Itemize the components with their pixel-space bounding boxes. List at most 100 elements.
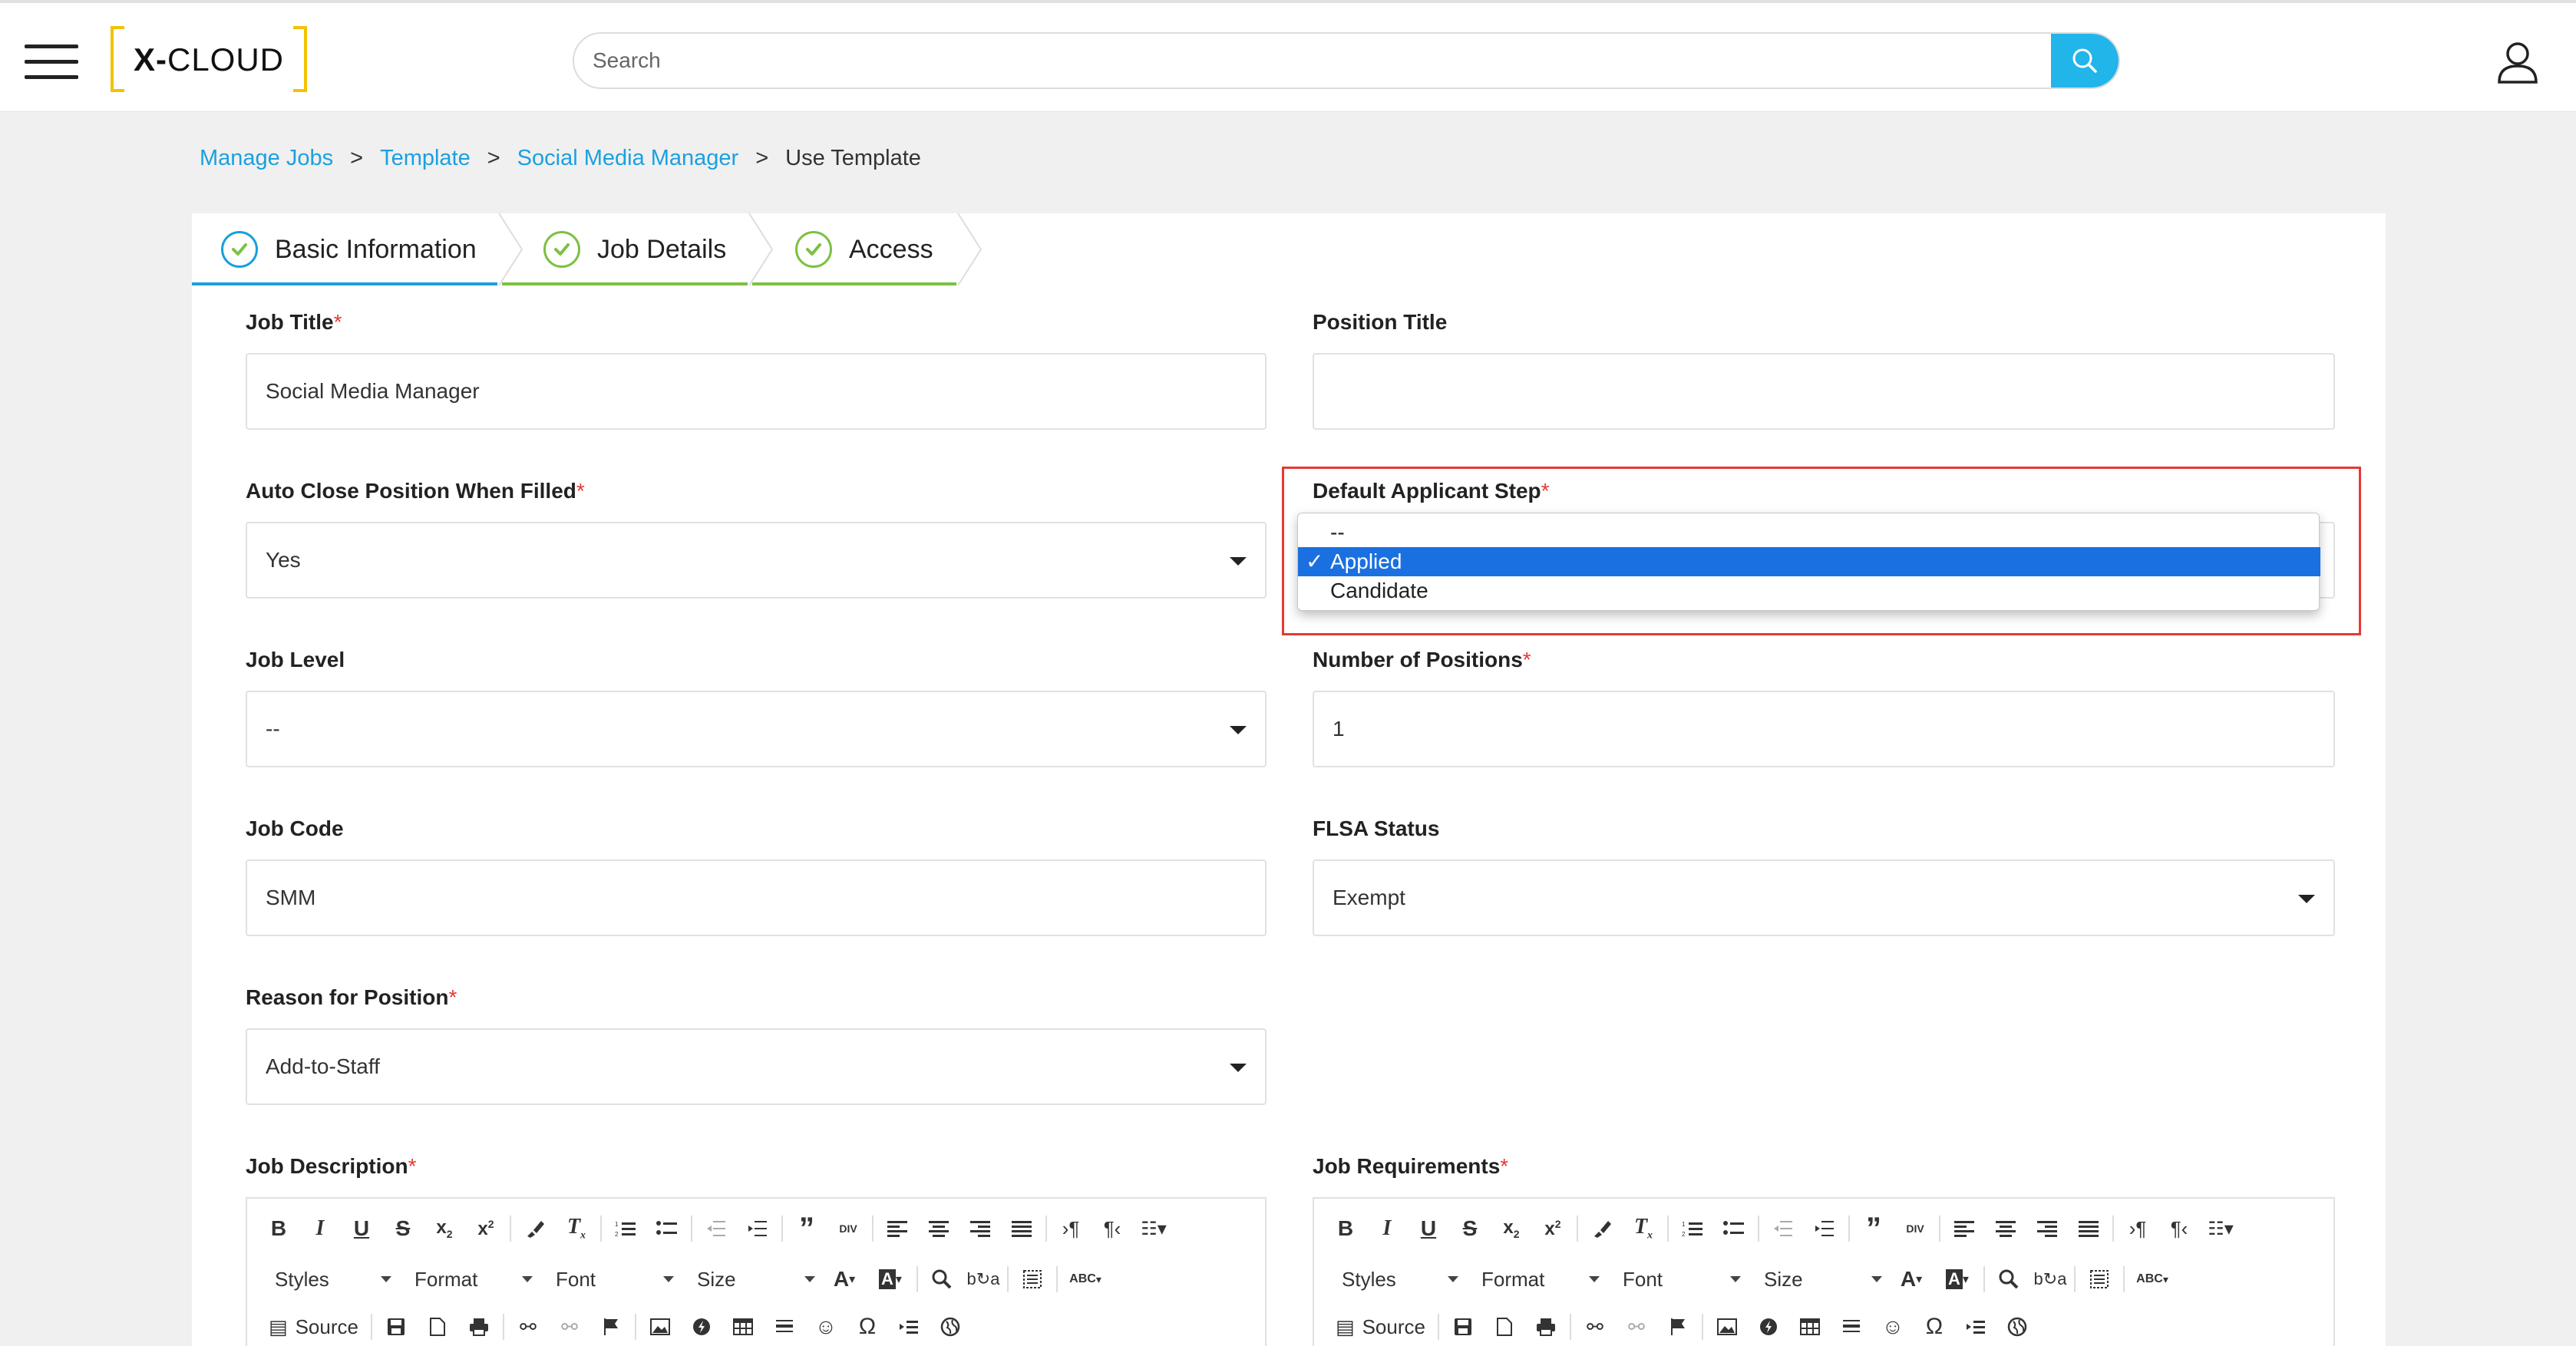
job-description-editor[interactable]: B I U S x2 x2 Tx 12 ” DIV ›¶ ¶‹ ☷▾ Style… (246, 1197, 1267, 1346)
unlink-icon[interactable]: ⚯ (1616, 1308, 1657, 1346)
smiley-icon[interactable]: ☺ (805, 1308, 847, 1346)
flash-icon[interactable] (1748, 1308, 1789, 1346)
iframe-globe-icon[interactable] (1996, 1308, 2038, 1346)
page-break-icon[interactable] (888, 1308, 930, 1346)
language-icon[interactable]: ☷▾ (2200, 1209, 2241, 1248)
format-dropdown[interactable]: Format (398, 1264, 539, 1295)
print-icon[interactable] (458, 1308, 500, 1346)
subscript-button[interactable]: x2 (1491, 1209, 1532, 1248)
align-center-icon[interactable] (918, 1209, 959, 1248)
tab-job-details[interactable]: Job Details (502, 213, 748, 285)
align-right-icon[interactable] (959, 1209, 1001, 1248)
position-title-input[interactable] (1313, 353, 2335, 430)
number-of-positions-input[interactable]: 1 (1313, 691, 2335, 767)
save-icon[interactable] (1442, 1308, 1484, 1346)
job-level-select[interactable]: -- (246, 691, 1267, 767)
search-input[interactable] (593, 34, 2020, 87)
table-icon[interactable] (1789, 1308, 1831, 1346)
dropdown-option-empty[interactable]: -- (1298, 518, 2320, 547)
styles-dropdown[interactable]: Styles (1325, 1264, 1465, 1295)
find-icon[interactable] (921, 1260, 963, 1298)
smiley-icon[interactable]: ☺ (1872, 1308, 1914, 1346)
subscript-button[interactable]: x2 (424, 1209, 465, 1248)
justify-icon[interactable] (2068, 1209, 2109, 1248)
page-break-icon[interactable] (1955, 1308, 1996, 1346)
special-character-icon[interactable]: Ω (847, 1308, 888, 1346)
special-character-icon[interactable]: Ω (1914, 1308, 1955, 1346)
image-icon[interactable] (639, 1308, 681, 1346)
flash-icon[interactable] (681, 1308, 722, 1346)
paintbrush-icon[interactable] (1581, 1209, 1623, 1248)
div-container-icon[interactable]: DIV (827, 1209, 869, 1248)
user-profile-icon[interactable] (2496, 40, 2539, 84)
auto-close-select[interactable]: Yes (246, 522, 1267, 599)
text-direction-ltr-icon[interactable]: ›¶ (1050, 1209, 1091, 1248)
horizontal-line-icon[interactable] (764, 1308, 805, 1346)
job-requirements-editor[interactable]: B I U S x2 x2 Tx 12 ” DIV ›¶ ¶‹ ☷▾ Style… (1313, 1197, 2335, 1346)
outdent-icon[interactable] (1762, 1209, 1804, 1248)
styles-dropdown[interactable]: Styles (258, 1264, 398, 1295)
text-direction-rtl-icon[interactable]: ¶‹ (1091, 1209, 1133, 1248)
select-all-icon[interactable] (1012, 1260, 1053, 1298)
new-page-icon[interactable] (1484, 1308, 1525, 1346)
job-code-input[interactable]: SMM (246, 859, 1267, 936)
dropdown-option-candidate[interactable]: Candidate (1298, 576, 2320, 605)
print-icon[interactable] (1525, 1308, 1567, 1346)
source-button[interactable]: ▤ Source (1325, 1308, 1435, 1346)
breadcrumb-manage-jobs[interactable]: Manage Jobs (200, 146, 333, 171)
background-color-icon[interactable]: A ▾ (867, 1260, 913, 1298)
format-dropdown[interactable]: Format (1465, 1264, 1606, 1295)
app-logo[interactable]: X-CLOUD (111, 26, 307, 92)
blockquote-icon[interactable]: ” (1853, 1209, 1894, 1248)
text-direction-ltr-icon[interactable]: ›¶ (2117, 1209, 2158, 1248)
indent-icon[interactable] (737, 1209, 778, 1248)
iframe-globe-icon[interactable] (930, 1308, 971, 1346)
numbered-list-icon[interactable]: 12 (605, 1209, 646, 1248)
size-dropdown[interactable]: Size (1747, 1264, 1888, 1295)
underline-button[interactable]: U (1408, 1209, 1449, 1248)
bold-button[interactable]: B (258, 1209, 299, 1248)
link-icon[interactable]: ⚯ (507, 1308, 549, 1346)
link-icon[interactable]: ⚯ (1574, 1308, 1616, 1346)
reason-for-position-select[interactable]: Add-to-Staff (246, 1028, 1267, 1105)
text-color-icon[interactable]: A ▾ (821, 1260, 867, 1298)
justify-icon[interactable] (1001, 1209, 1042, 1248)
align-left-icon[interactable] (877, 1209, 918, 1248)
horizontal-line-icon[interactable] (1831, 1308, 1872, 1346)
select-all-icon[interactable] (2079, 1260, 2120, 1298)
div-container-icon[interactable]: DIV (1894, 1209, 1936, 1248)
strikethrough-button[interactable]: S (1449, 1209, 1491, 1248)
outdent-icon[interactable] (695, 1209, 737, 1248)
text-color-icon[interactable]: A ▾ (1888, 1260, 1934, 1298)
new-page-icon[interactable] (417, 1308, 458, 1346)
image-icon[interactable] (1706, 1308, 1748, 1346)
underline-button[interactable]: U (341, 1209, 382, 1248)
spellcheck-icon[interactable]: ABC ▾ (1061, 1260, 1110, 1298)
save-icon[interactable] (375, 1308, 417, 1346)
superscript-button[interactable]: x2 (1532, 1209, 1574, 1248)
unlink-icon[interactable]: ⚯ (549, 1308, 590, 1346)
font-dropdown[interactable]: Font (539, 1264, 680, 1295)
bullet-list-icon[interactable] (646, 1209, 688, 1248)
replace-icon[interactable]: b↻a (2029, 1260, 2071, 1298)
bullet-list-icon[interactable] (1713, 1209, 1755, 1248)
numbered-list-icon[interactable]: 12 (1672, 1209, 1713, 1248)
tab-access[interactable]: Access (752, 213, 956, 285)
job-title-input[interactable]: Social Media Manager (246, 353, 1267, 430)
indent-icon[interactable] (1804, 1209, 1845, 1248)
remove-format-button[interactable]: Tx (1623, 1209, 1664, 1248)
anchor-flag-icon[interactable] (1657, 1308, 1699, 1346)
hamburger-menu-icon[interactable] (25, 45, 78, 80)
align-right-icon[interactable] (2026, 1209, 2068, 1248)
text-direction-rtl-icon[interactable]: ¶‹ (2158, 1209, 2200, 1248)
font-dropdown[interactable]: Font (1606, 1264, 1747, 1295)
tab-basic-information[interactable]: Basic Information (192, 213, 497, 285)
size-dropdown[interactable]: Size (680, 1264, 821, 1295)
paintbrush-icon[interactable] (514, 1209, 556, 1248)
breadcrumb-template[interactable]: Template (380, 146, 471, 171)
align-center-icon[interactable] (1985, 1209, 2026, 1248)
align-left-icon[interactable] (1944, 1209, 1985, 1248)
anchor-flag-icon[interactable] (590, 1308, 632, 1346)
superscript-button[interactable]: x2 (465, 1209, 507, 1248)
spellcheck-icon[interactable]: ABC ▾ (2128, 1260, 2177, 1298)
